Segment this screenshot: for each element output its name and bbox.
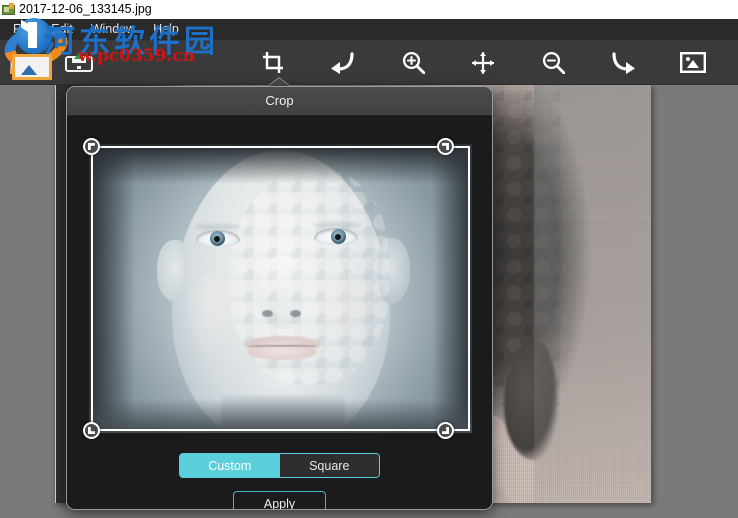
crop-dialog: Crop Custom Square Apply [66, 86, 493, 510]
window-title: 2017-12-06_133145.jpg [19, 2, 152, 16]
zoom-in-icon[interactable] [398, 48, 428, 78]
zoom-out-icon[interactable] [538, 48, 568, 78]
menu-help[interactable]: Help [144, 19, 188, 40]
crop-dialog-body: Custom Square Apply [67, 116, 492, 509]
open-image-icon[interactable] [8, 48, 38, 78]
save-disk-icon[interactable] [64, 48, 94, 78]
toolbar-tools-group [258, 40, 708, 85]
image-editor-window: 2017-12-06_133145.jpg File Edit Window H… [0, 0, 738, 518]
crop-handle-bottom-right[interactable] [437, 422, 454, 439]
move-icon[interactable] [468, 48, 498, 78]
fit-image-icon[interactable] [678, 48, 708, 78]
crop-ratio-custom[interactable]: Custom [180, 454, 280, 477]
apply-button[interactable]: Apply [233, 491, 326, 509]
menubar: File Edit Window Help [0, 19, 738, 40]
window-titlebar: 2017-12-06_133145.jpg [0, 0, 738, 19]
crop-ratio-square[interactable]: Square [279, 454, 379, 477]
crop-ratio-segmented-control: Custom Square [179, 453, 380, 478]
corner-top-right-icon [442, 143, 449, 150]
toolbar-left-group [8, 40, 94, 85]
menu-edit[interactable]: Edit [42, 19, 82, 40]
crop-dialog-title: Crop [67, 87, 492, 116]
crop-handle-top-right[interactable] [437, 138, 454, 155]
corner-top-left-icon [88, 143, 95, 150]
image-file-icon [2, 3, 15, 16]
crop-preview-image[interactable] [89, 144, 472, 433]
crop-icon[interactable] [258, 48, 288, 78]
crop-handle-top-left[interactable] [83, 138, 100, 155]
crop-handle-bottom-left[interactable] [83, 422, 100, 439]
menu-file[interactable]: File [4, 19, 42, 40]
redo-arrow-icon[interactable] [608, 48, 638, 78]
corner-bottom-right-icon [442, 427, 449, 434]
main-toolbar [0, 40, 738, 85]
corner-bottom-left-icon [88, 427, 95, 434]
menu-window[interactable]: Window [82, 19, 144, 40]
undo-arrow-icon[interactable] [328, 48, 358, 78]
